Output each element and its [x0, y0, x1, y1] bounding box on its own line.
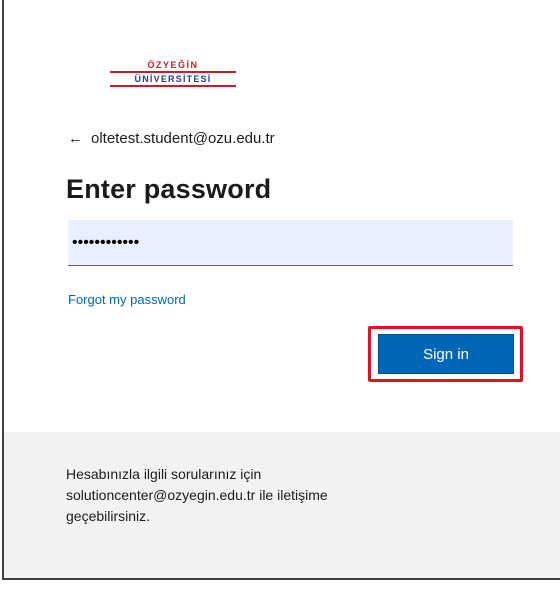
footer-line-1: Hesabınızla ilgili sorularınız için: [66, 466, 262, 482]
account-row: ← oltetest.student@ozu.edu.tr: [68, 130, 275, 147]
arrow-left-icon[interactable]: ←: [68, 130, 83, 147]
footer-panel: Hesabınızla ilgili sorularınız için solu…: [4, 432, 560, 578]
logo-line-2: ÜNİVERSİTESİ: [134, 74, 212, 84]
footer-help-text: Hesabınızla ilgili sorularınız için solu…: [66, 464, 486, 527]
page-title: Enter password: [66, 174, 272, 204]
logo-line-1: ÖZYEĞİN: [147, 60, 199, 70]
login-dialog: ÖZYEĞİN ÜNİVERSİTESİ ← oltetest.student@…: [2, 0, 560, 580]
university-logo: ÖZYEĞİN ÜNİVERSİTESİ: [110, 60, 236, 98]
sign-in-button[interactable]: Sign in: [378, 334, 514, 374]
logo-rule-bottom: [110, 85, 236, 87]
footer-line-2: solutioncenter@ozyegin.edu.tr ile iletiş…: [66, 487, 328, 503]
forgot-password-link[interactable]: Forgot my password: [68, 292, 186, 307]
password-field[interactable]: [68, 220, 513, 266]
account-email: oltetest.student@ozu.edu.tr: [91, 130, 275, 147]
logo-rule-top: [110, 71, 236, 73]
footer-line-3: geçebilirsiniz.: [66, 508, 151, 524]
